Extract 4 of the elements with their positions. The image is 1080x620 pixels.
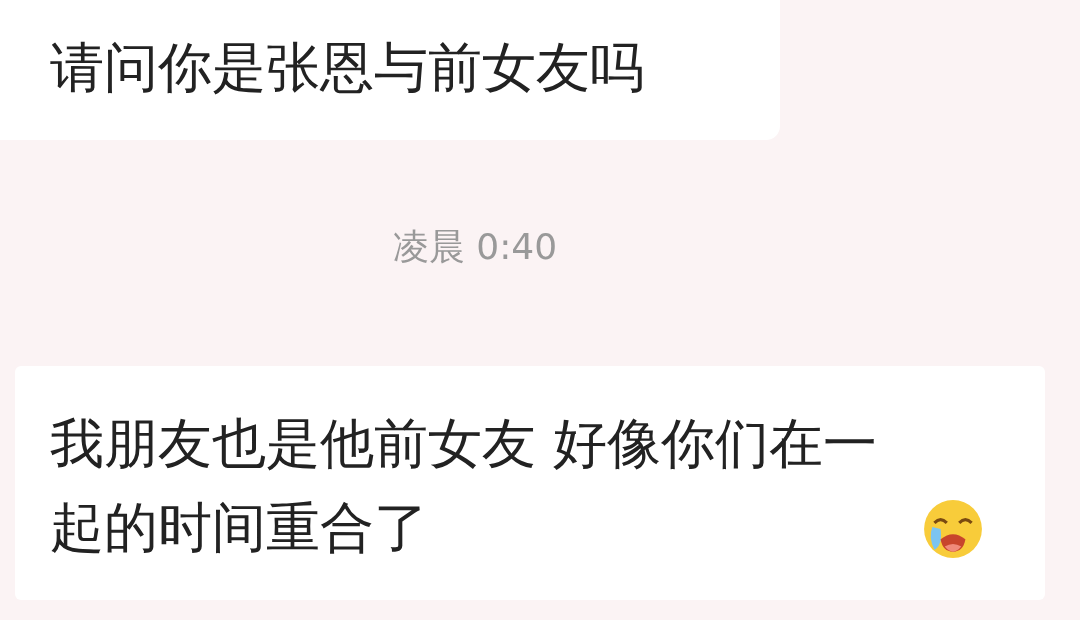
- crying-face-icon: [922, 498, 984, 560]
- timestamp: 凌晨 0:40: [391, 225, 559, 269]
- message-text: 请问你是张恩与前女友吗: [50, 36, 644, 99]
- message-text: 我朋友也是他前女友 好像你们在一起的时间重合了: [50, 411, 879, 561]
